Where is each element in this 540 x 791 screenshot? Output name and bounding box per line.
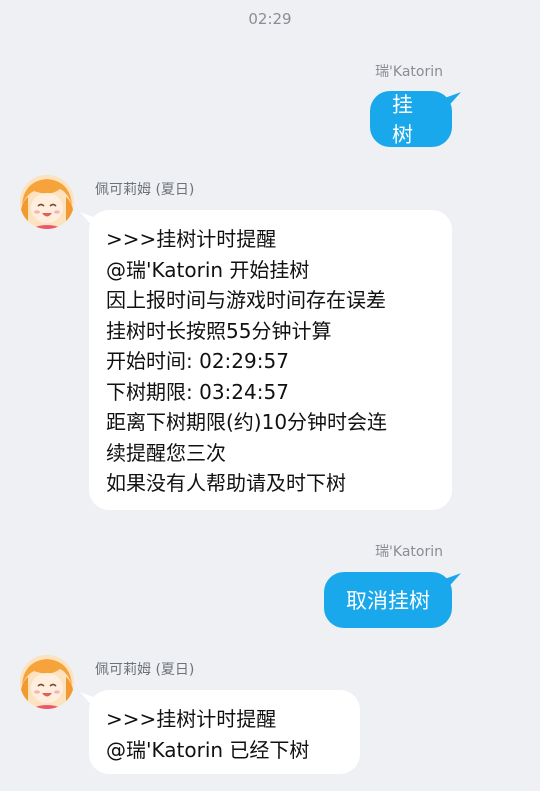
bot-avatar-icon[interactable] xyxy=(20,655,74,709)
message-line: 开始时间: 02:29:57 xyxy=(106,349,289,373)
message-line: >>>挂树计时提醒 xyxy=(106,707,277,731)
message-line: @瑞'Katorin 已经下树 xyxy=(106,737,310,762)
message-line: 下树期限: 03:24:57 xyxy=(106,379,289,404)
received-message-bubble[interactable]: >>>挂树计时提醒 @瑞'Katorin 开始挂树 因上报时间与游戏时间存在误差… xyxy=(89,210,452,510)
message-line: 距离下树期限(约)10分钟时会连 xyxy=(106,410,388,434)
message-line: 如果没有人帮助请及时下树 xyxy=(106,471,346,495)
received-message-bubble[interactable]: >>>挂树计时提醒 @瑞'Katorin 已经下树 xyxy=(89,690,360,774)
sender-name-self: 瑞'Katorin xyxy=(375,544,443,560)
sender-name-bot: 佩可莉姆 (夏日) xyxy=(95,182,195,198)
message-line: @瑞'Katorin 开始挂树 xyxy=(106,257,310,282)
message-line: 因上报时间与游戏时间存在误差 xyxy=(106,288,386,312)
sent-message-bubble[interactable]: 取消挂树 xyxy=(324,572,452,628)
sender-name-bot: 佩可莉姆 (夏日) xyxy=(95,662,195,678)
sent-message-text: 挂树 xyxy=(392,93,413,147)
message-line: 续提醒您三次 xyxy=(106,440,226,465)
sent-message-text: 取消挂树 xyxy=(346,589,430,613)
sender-name-self: 瑞'Katorin xyxy=(375,64,443,80)
timestamp: 02:29 xyxy=(248,10,292,28)
message-line: >>>挂树计时提醒 xyxy=(106,227,277,251)
message-line: 挂树时长按照55分钟计算 xyxy=(106,318,332,343)
sent-message-bubble[interactable]: 挂树 xyxy=(370,91,452,147)
bot-avatar-icon[interactable] xyxy=(20,175,74,229)
